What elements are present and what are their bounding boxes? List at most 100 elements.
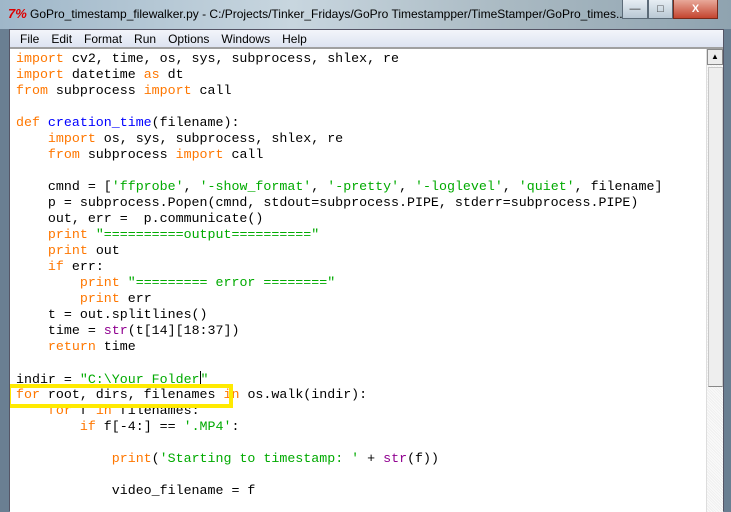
code-token: print — [47, 243, 96, 258]
code-token: print — [111, 451, 152, 466]
code-token: subprocess — [87, 147, 176, 162]
code-line: print "========= error ========" — [16, 275, 662, 291]
code-line: if err: — [16, 259, 662, 275]
code-token: out — [95, 243, 120, 258]
code-token: "========= error ========" — [127, 275, 336, 290]
code-line: time = str(t[14][18:37]) — [16, 323, 662, 339]
code-token: import — [143, 83, 200, 98]
code-token: "==========output==========" — [95, 227, 320, 242]
code-token: err — [127, 291, 152, 306]
code-token: , — [311, 179, 328, 194]
code-line: cmnd = ['ffprobe', '-show_format', '-pre… — [16, 179, 663, 195]
code-line: print('Starting to timestamp: ' + str(f)… — [16, 451, 662, 467]
code-line: p = subprocess.Popen(cmnd, stdout=subpro… — [16, 195, 662, 211]
code-line: print "==========output==========" — [16, 227, 662, 243]
vertical-scrollbar[interactable]: ▲ — [706, 49, 723, 512]
code-token: 'quiet' — [518, 179, 575, 194]
code-editor[interactable]: import cv2, time, os, sys, subprocess, s… — [10, 49, 706, 512]
code-token: (f)) — [407, 451, 439, 466]
code-token: out, err = p.communicate() — [16, 211, 264, 226]
code-line: import os, sys, subprocess, shlex, re — [16, 131, 662, 147]
editor-window: File Edit Format Run Options Windows Hel… — [9, 29, 724, 512]
code-token: from — [16, 83, 56, 98]
code-token: import — [16, 67, 72, 82]
code-token: f[-4:] == — [103, 419, 184, 434]
scroll-up-arrow-icon[interactable]: ▲ — [707, 49, 723, 65]
code-token: 'ffprobe' — [111, 179, 184, 194]
code-token: time = — [16, 323, 104, 338]
highlight-box — [10, 384, 233, 408]
code-token: print — [79, 291, 128, 306]
code-line: print out — [16, 243, 662, 259]
code-token: (filename): — [151, 115, 240, 130]
code-token: if — [47, 259, 72, 274]
code-token: cv2, time, os, sys, subprocess, shlex, r… — [71, 51, 400, 66]
code-token: os.walk(indir): — [247, 387, 368, 402]
code-token: def — [16, 115, 48, 130]
maximize-button[interactable]: □ — [648, 0, 673, 19]
title-bar: 7% GoPro_timestamp_filewalker.py - C:/Pr… — [0, 0, 731, 29]
code-token: video_filename = f — [16, 483, 256, 498]
code-token: return — [47, 339, 104, 354]
code-token: : — [231, 419, 240, 434]
code-token: , — [399, 179, 416, 194]
menu-help[interactable]: Help — [276, 30, 313, 47]
menu-windows[interactable]: Windows — [215, 30, 276, 47]
code-token: call — [199, 83, 232, 98]
scrollbar-thumb[interactable] — [708, 67, 723, 387]
code-line: print err — [16, 291, 662, 307]
menu-options[interactable]: Options — [162, 30, 215, 47]
code-line: import datetime as dt — [16, 67, 662, 83]
code-line: if f[-4:] == '.MP4': — [16, 419, 662, 435]
code-token: '-loglevel' — [415, 179, 503, 194]
code-token: import — [16, 51, 72, 66]
menu-edit[interactable]: Edit — [45, 30, 78, 47]
code-line: out, err = p.communicate() — [16, 211, 662, 227]
code-token: datetime — [71, 67, 144, 82]
window-title: GoPro_timestamp_filewalker.py - C:/Proje… — [30, 7, 626, 21]
code-token: 'Starting to timestamp: ' — [159, 451, 360, 466]
code-token: time — [103, 339, 136, 354]
idle-app-icon: 7% — [8, 6, 27, 21]
code-token: creation_time — [47, 115, 152, 130]
code-token: cmnd = [ — [16, 179, 112, 194]
code-token: os, sys, subprocess, shlex, re — [103, 131, 344, 146]
code-token: , — [502, 179, 519, 194]
code-token: , filename] — [574, 179, 663, 194]
menu-file[interactable]: File — [14, 30, 45, 47]
menu-format[interactable]: Format — [78, 30, 128, 47]
minimize-button[interactable]: — — [622, 0, 648, 19]
code-token: call — [231, 147, 264, 162]
code-text[interactable]: import cv2, time, os, sys, subprocess, s… — [16, 51, 662, 499]
code-line: def creation_time(filename): — [16, 115, 662, 131]
code-token: as — [143, 67, 168, 82]
code-token: str — [103, 323, 128, 338]
menu-run[interactable]: Run — [128, 30, 162, 47]
code-token: from — [47, 147, 88, 162]
code-token: dt — [167, 67, 184, 82]
code-token: str — [383, 451, 408, 466]
close-button[interactable]: X — [673, 0, 718, 19]
code-token: print — [79, 275, 128, 290]
code-token: t = out.splitlines() — [16, 307, 208, 322]
code-token: , — [183, 179, 200, 194]
code-line: import cv2, time, os, sys, subprocess, s… — [16, 51, 662, 67]
code-token: (t[14][18:37]) — [127, 323, 240, 338]
code-token: import — [175, 147, 232, 162]
menu-bar: File Edit Format Run Options Windows Hel… — [10, 30, 723, 49]
code-line: video_filename = f — [16, 483, 662, 499]
code-token: if — [79, 419, 104, 434]
